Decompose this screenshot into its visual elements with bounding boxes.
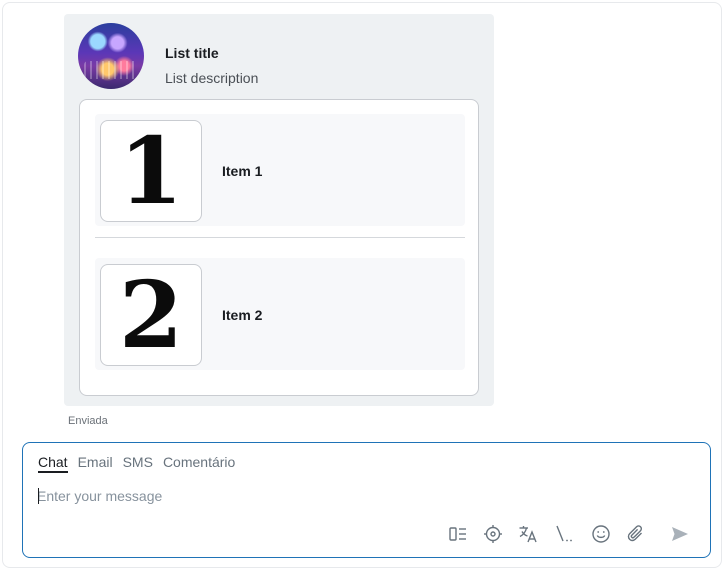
list-item[interactable]: 1 Item 1 bbox=[95, 114, 465, 226]
tab-chat[interactable]: Chat bbox=[38, 453, 68, 473]
send-icon[interactable] bbox=[669, 523, 691, 545]
insert-template-icon[interactable] bbox=[447, 523, 469, 545]
tab-comentario[interactable]: Comentário bbox=[163, 453, 235, 473]
message-composer: Chat Email SMS Comentário bbox=[22, 442, 711, 558]
translate-icon[interactable] bbox=[517, 523, 539, 545]
list-header: List title List description bbox=[78, 23, 478, 89]
list-message-card: List title List description 1 Item 1 2 I… bbox=[64, 14, 494, 406]
item-thumbnail: 1 bbox=[100, 120, 202, 222]
list-header-image bbox=[78, 23, 144, 89]
list-item[interactable]: 2 Item 2 bbox=[95, 258, 465, 370]
attachment-icon[interactable] bbox=[625, 523, 647, 545]
item-label: Item 1 bbox=[222, 163, 263, 179]
list-title: List title bbox=[165, 45, 219, 61]
crosshair-icon[interactable] bbox=[482, 523, 504, 545]
list-items-container: 1 Item 1 2 Item 2 bbox=[79, 99, 479, 396]
conversation-panel: List title List description 1 Item 1 2 I… bbox=[2, 2, 722, 568]
item-thumbnail: 2 bbox=[100, 264, 202, 366]
message-input[interactable] bbox=[37, 485, 637, 507]
tab-sms[interactable]: SMS bbox=[123, 453, 153, 473]
macro-icon[interactable] bbox=[553, 523, 575, 545]
list-description: List description bbox=[165, 70, 259, 86]
message-status: Enviada bbox=[68, 415, 108, 427]
item-divider bbox=[95, 237, 465, 238]
emoji-icon[interactable] bbox=[590, 523, 612, 545]
channel-tabs: Chat Email SMS Comentário bbox=[38, 453, 235, 473]
item-label: Item 2 bbox=[222, 307, 263, 323]
text-caret bbox=[38, 488, 39, 504]
tab-email[interactable]: Email bbox=[78, 453, 113, 473]
